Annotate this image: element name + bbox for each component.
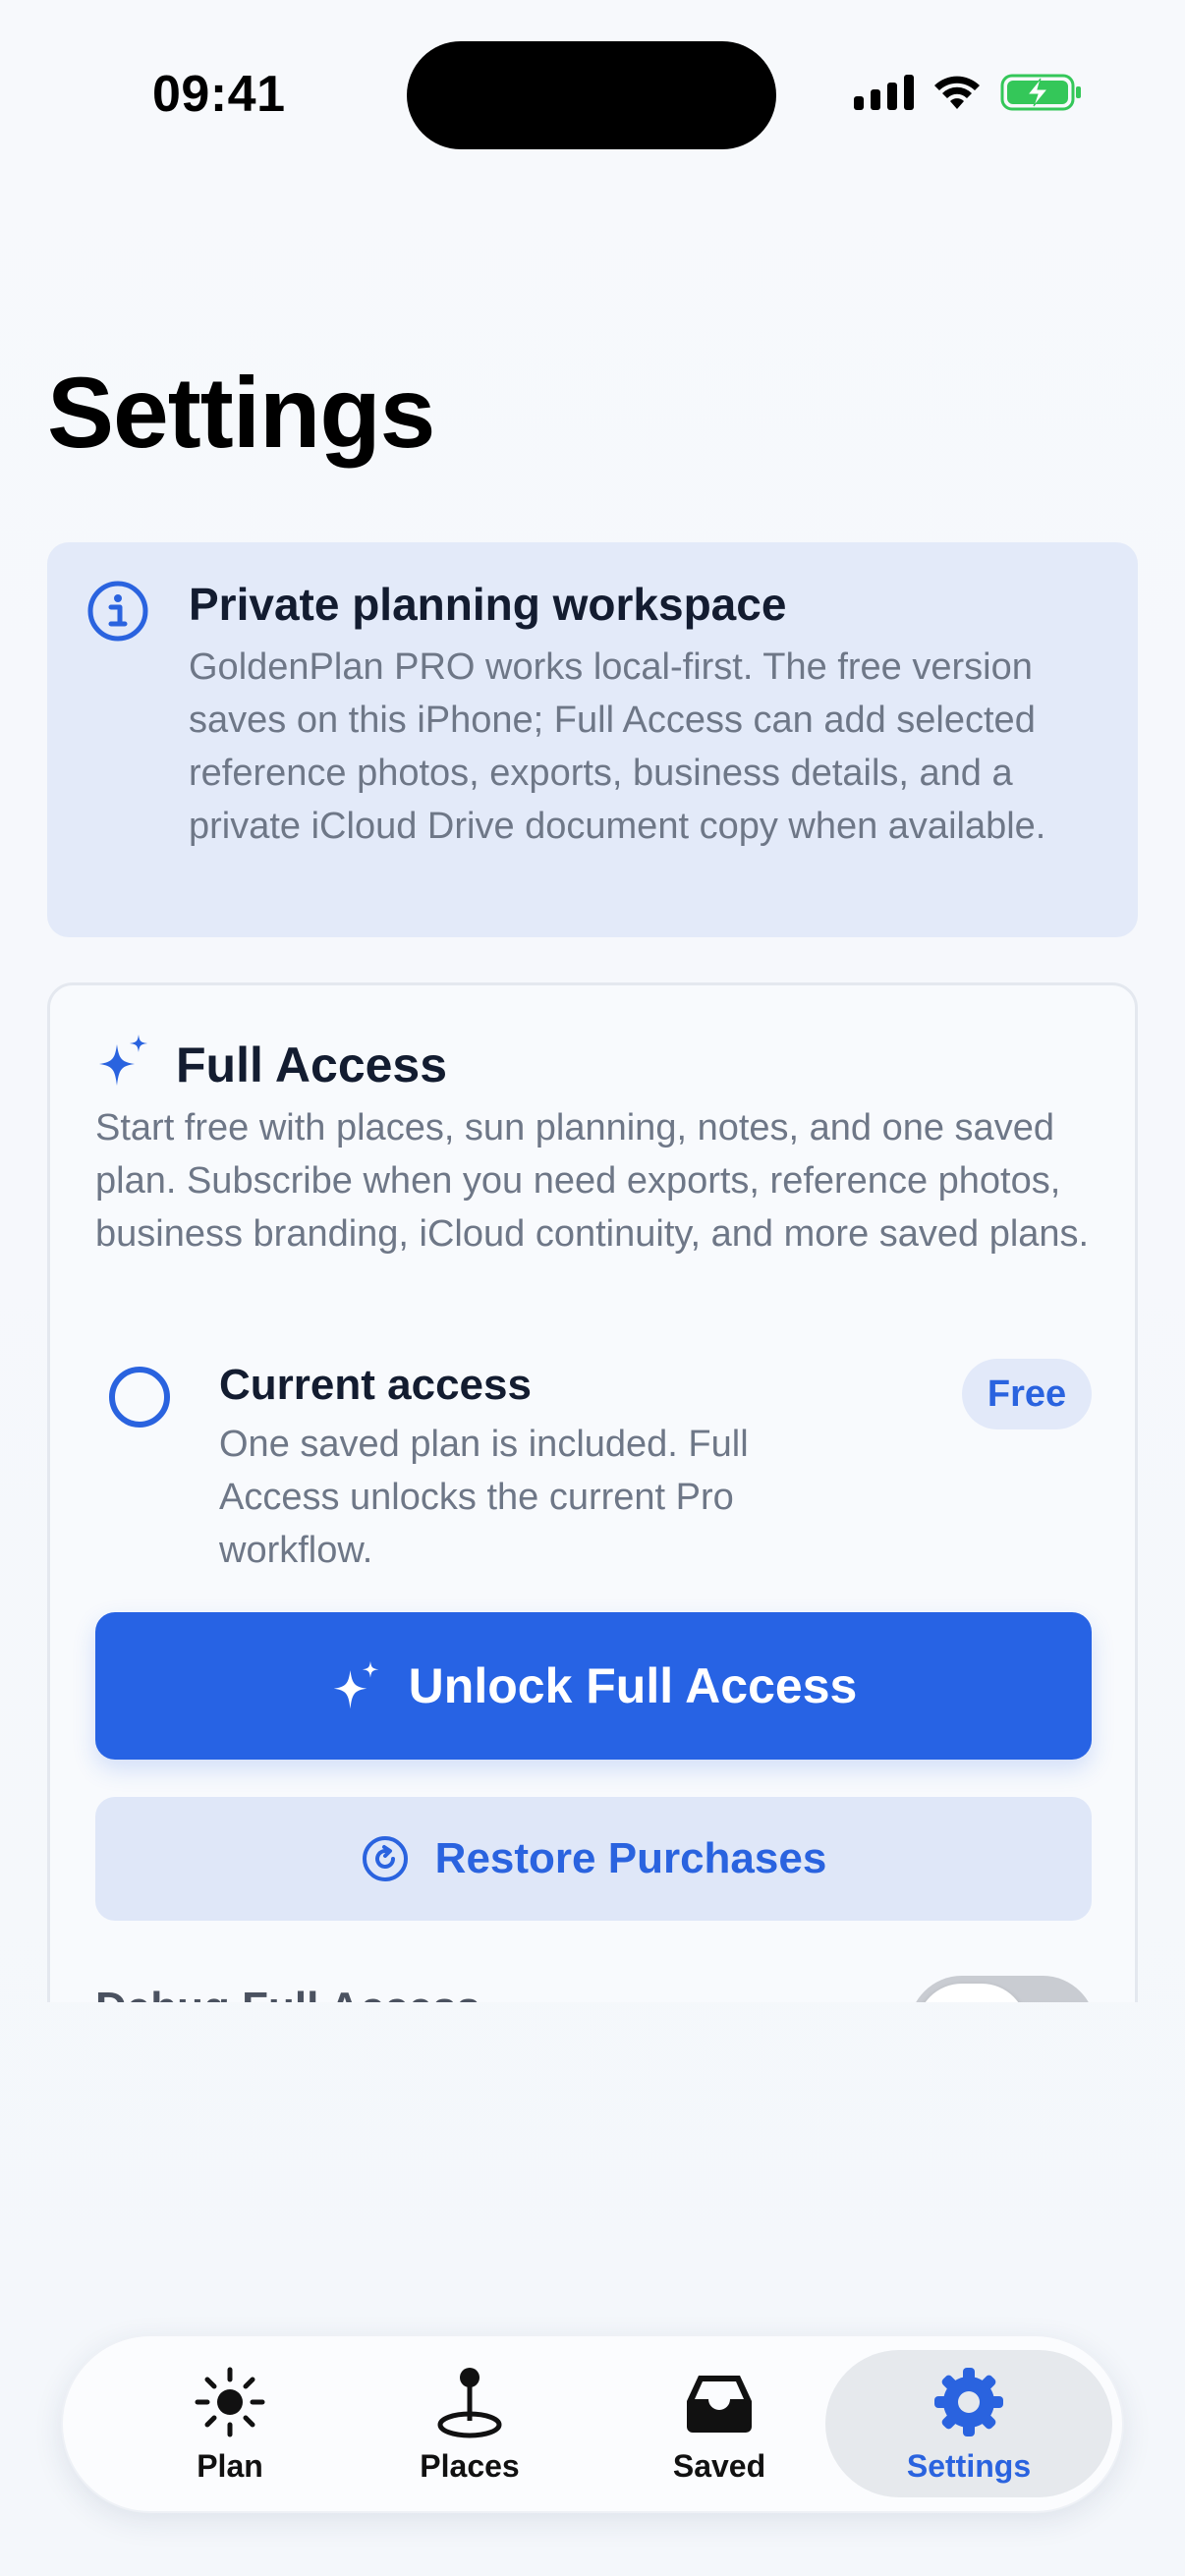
- tab-plan-label: Plan: [197, 2447, 263, 2484]
- tab-saved-label: Saved: [672, 2447, 766, 2484]
- sparkle-icon: [99, 1035, 147, 1086]
- sparkle-icon: [333, 1660, 379, 1709]
- full-access-description: Start free with places, sun planning, no…: [95, 1107, 1090, 1255]
- map-pin-icon: [437, 2367, 502, 2437]
- cellular-signal-icon: [854, 75, 914, 110]
- dynamic-island: [407, 41, 776, 149]
- plan-status-badge: Free: [962, 1359, 1092, 1429]
- unlock-button-label: Unlock Full Access: [408, 1658, 858, 1713]
- full-access-card: Full Access Start free with places, sun …: [47, 982, 1138, 2002]
- gear-icon: [934, 2367, 1003, 2436]
- restore-button-label: Restore Purchases: [434, 1834, 827, 1882]
- tab-saved[interactable]: Saved: [621, 2350, 818, 2497]
- restore-icon: [362, 1836, 408, 1881]
- debug-full-access-toggle[interactable]: [909, 1976, 1096, 2002]
- sun-icon: [195, 2367, 265, 2436]
- info-card-title: Private planning workspace: [189, 579, 787, 630]
- settings-scroll-area[interactable]: Full Access Start free with places, sun …: [0, 973, 1185, 2002]
- tray-icon: [687, 2375, 752, 2433]
- tab-settings[interactable]: Settings: [825, 2350, 1112, 2497]
- full-access-title: Full Access: [176, 1037, 448, 1092]
- info-card-body: GoldenPlan PRO works local-first. The fr…: [189, 646, 1046, 847]
- tab-bar: Plan Places Saved Settings: [61, 2334, 1124, 2513]
- tab-places-label: Places: [420, 2447, 520, 2484]
- page-title: Settings: [47, 357, 435, 469]
- current-access-radio[interactable]: [109, 1367, 170, 1428]
- status-time: 09:41: [152, 66, 286, 123]
- tab-settings-label: Settings: [906, 2447, 1032, 2484]
- settings-screen: 09:41 Settings Private planning workspac…: [0, 0, 1185, 2576]
- debug-full-access-label: Debug Full Access: [95, 1984, 480, 2002]
- status-icons: [854, 73, 1083, 112]
- current-access-title: Current access: [219, 1361, 532, 1409]
- wifi-icon: [934, 76, 980, 109]
- tab-plan[interactable]: Plan: [132, 2350, 328, 2497]
- restore-purchases-button[interactable]: Restore Purchases: [95, 1797, 1092, 1921]
- info-card: Private planning workspace GoldenPlan PR…: [47, 542, 1138, 937]
- tab-places[interactable]: Places: [371, 2350, 568, 2497]
- battery-charging-icon: [1000, 74, 1081, 111]
- info-icon: [87, 581, 148, 642]
- unlock-full-access-button[interactable]: Unlock Full Access: [95, 1612, 1092, 1760]
- current-access-description: One saved plan is included. Full Access …: [219, 1424, 749, 1571]
- toggle-knob: [917, 1984, 1027, 2002]
